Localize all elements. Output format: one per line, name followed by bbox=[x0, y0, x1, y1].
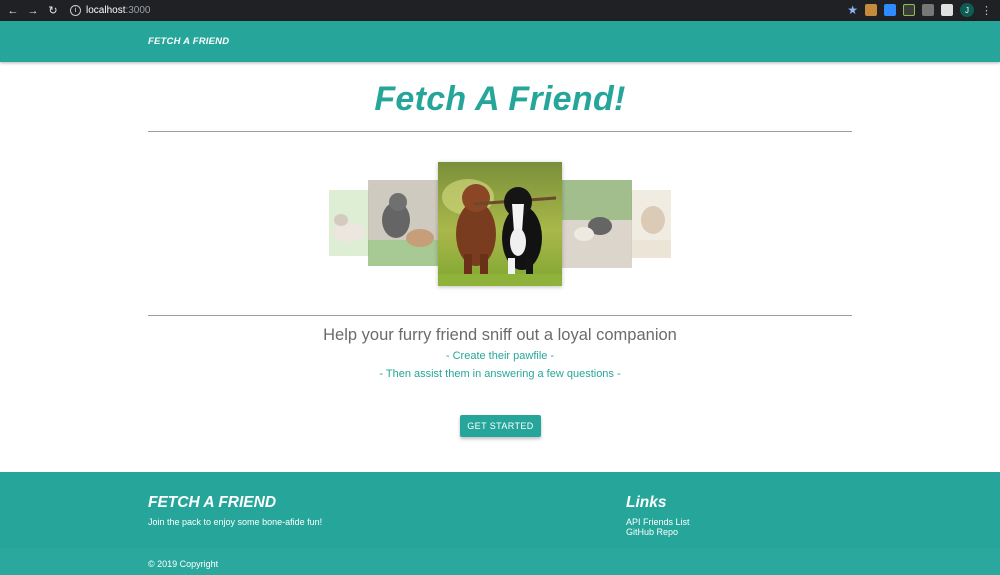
hero-tagline: Help your furry friend sniff out a loyal… bbox=[323, 326, 677, 344]
extensions-area: ★ J ⋮ bbox=[847, 3, 992, 17]
profile-avatar[interactable]: J bbox=[960, 3, 974, 17]
footer-link-api-friends-list[interactable]: API Friends List bbox=[626, 517, 690, 527]
hero-step-1: - Create their pawfile - bbox=[445, 350, 555, 362]
carousel-item-far-right[interactable] bbox=[631, 190, 671, 258]
dog-photo-icon bbox=[631, 190, 671, 258]
reload-icon[interactable]: ↻ bbox=[46, 4, 60, 18]
bookmark-star-icon[interactable]: ★ bbox=[847, 3, 858, 17]
bottom-divider bbox=[148, 315, 852, 316]
forward-icon[interactable]: → bbox=[26, 4, 40, 18]
site-info-icon[interactable]: i bbox=[70, 5, 81, 16]
dog-photo-icon bbox=[329, 190, 369, 256]
page-title: Fetch A Friend! bbox=[374, 80, 626, 118]
browser-toolbar: ← → ↻ i localhost:3000 ★ J ⋮ bbox=[0, 0, 1000, 21]
footer-links-heading: Links bbox=[626, 494, 667, 511]
get-started-button[interactable]: GET STARTED bbox=[460, 415, 541, 437]
top-divider bbox=[148, 131, 852, 132]
back-icon[interactable]: ← bbox=[6, 4, 20, 18]
dog-photo-icon bbox=[562, 180, 632, 268]
menu-kebab-icon[interactable]: ⋮ bbox=[981, 4, 992, 17]
dropper-extension-icon[interactable] bbox=[922, 4, 934, 16]
carousel-item-left[interactable] bbox=[368, 180, 438, 266]
footer-copyright-bar: © 2019 Copyright bbox=[0, 548, 1000, 575]
copyright-text: © 2019 Copyright bbox=[148, 559, 219, 569]
url-port: :3000 bbox=[125, 5, 151, 16]
carousel-item-far-left[interactable] bbox=[329, 190, 369, 256]
footer-title: FETCH A FRIEND bbox=[148, 494, 277, 511]
fox-extension-icon[interactable] bbox=[941, 4, 953, 16]
nav-brand-link[interactable]: FETCH A FRIEND bbox=[148, 36, 229, 47]
dog-photo-icon bbox=[438, 162, 562, 286]
footer-tagline: Join the pack to enjoy some bone-afide f… bbox=[148, 517, 323, 527]
extension-icon[interactable] bbox=[865, 4, 877, 16]
hero-step-2: - Then assist them in answering a few qu… bbox=[379, 368, 621, 380]
navbar: FETCH A FRIEND bbox=[0, 21, 1000, 62]
address-bar[interactable]: localhost:3000 bbox=[86, 5, 151, 16]
dog-photo-icon bbox=[368, 180, 438, 266]
carousel-item-right[interactable] bbox=[562, 180, 632, 268]
carousel-item-center[interactable] bbox=[438, 162, 562, 286]
node-extension-icon[interactable] bbox=[903, 4, 915, 16]
zoom-extension-icon[interactable] bbox=[884, 4, 896, 16]
footer: FETCH A FRIEND Join the pack to enjoy so… bbox=[0, 472, 1000, 575]
footer-link-github-repo[interactable]: GitHub Repo bbox=[626, 527, 678, 537]
url-host: localhost bbox=[86, 5, 126, 16]
